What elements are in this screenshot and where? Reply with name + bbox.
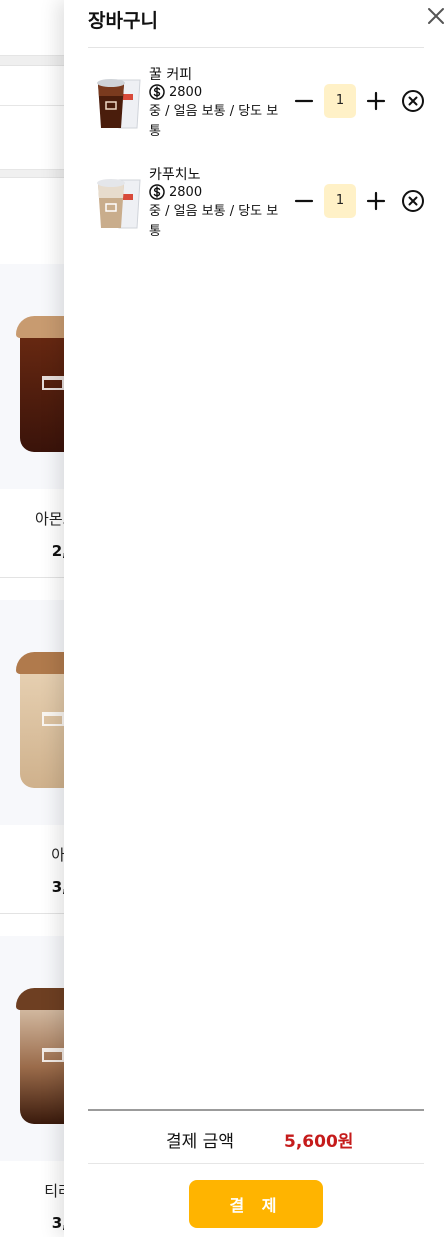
cart-item: 꿀 커피 2800 중 / 얼음 보통 / 당도 보통 1 — [88, 58, 424, 148]
remove-item-button[interactable] — [401, 89, 425, 113]
cart-item-price: 2800 — [169, 84, 203, 100]
dollar-coin-icon — [149, 184, 165, 200]
quantity-value[interactable]: 1 — [324, 184, 356, 218]
cart-item-name: 카푸치노 — [149, 167, 201, 183]
quantity-decrease-button[interactable] — [293, 90, 315, 112]
dollar-coin-icon — [149, 84, 165, 100]
cart-header: 장바구니 — [88, 0, 444, 48]
minus-icon — [294, 99, 314, 103]
cart-item-price-line: 2800 — [149, 183, 202, 201]
quantity-decrease-button[interactable] — [293, 190, 315, 212]
close-icon — [428, 8, 444, 24]
cart-title: 장바구니 — [88, 10, 158, 32]
total-label: 결제 금액 — [166, 1132, 234, 1152]
cart-item-price: 2800 — [169, 184, 203, 200]
cart-item-price-line: 2800 — [149, 83, 202, 101]
total-row: 결제 금액 5,600원 — [88, 1111, 424, 1164]
page: 아몬드 아 2,8 아몬 3,1 티라미 3,5 장바구니 — [0, 0, 448, 1237]
close-button[interactable] — [426, 6, 446, 26]
quantity-value[interactable]: 1 — [324, 84, 356, 118]
total-value: 5,600원 — [284, 1132, 354, 1152]
minus-icon — [294, 199, 314, 203]
pay-button[interactable]: 결 제 — [189, 1180, 323, 1228]
cart-drawer: 장바구니 꿀 커피 2800 중 / 얼음 보통 / 당도 보통 1 카푸치노 … — [64, 0, 448, 1237]
cart-item-options: 중 / 얼음 보통 / 당도 보통 — [149, 104, 279, 139]
quantity-increase-button[interactable] — [365, 190, 387, 212]
honey-coffee-image — [97, 79, 141, 129]
cart-item: 카푸치노 2800 중 / 얼음 보통 / 당도 보통 1 — [88, 158, 424, 248]
remove-circle-x-icon — [402, 90, 424, 112]
cart-item-name: 꿀 커피 — [149, 67, 193, 83]
quantity-increase-button[interactable] — [365, 90, 387, 112]
cappuccino-image — [97, 179, 141, 229]
remove-item-button[interactable] — [401, 189, 425, 213]
remove-circle-x-icon — [402, 190, 424, 212]
plus-icon — [366, 191, 386, 211]
cart-item-options: 중 / 얼음 보통 / 당도 보통 — [149, 204, 279, 239]
plus-icon — [366, 91, 386, 111]
